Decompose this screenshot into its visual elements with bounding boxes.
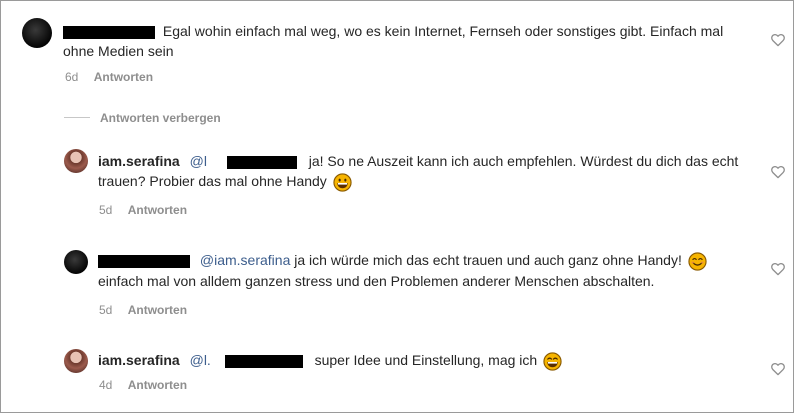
smiling-face-icon xyxy=(688,252,707,271)
reply-meta: 5d Antworten xyxy=(99,303,187,317)
avatar[interactable] xyxy=(64,149,88,173)
reply-button[interactable]: Antworten xyxy=(94,70,153,84)
reply-button[interactable]: Antworten xyxy=(128,378,187,392)
reply-text: iam.serafina @l ja! So ne Auszeit kann i… xyxy=(98,153,739,169)
reply-text: iam.serafina @l. super Idee und Einstell… xyxy=(98,351,562,371)
reply-text: @iam.serafina ja ich würde mich das echt… xyxy=(98,251,707,271)
avatar[interactable] xyxy=(64,250,88,274)
mention-link[interactable]: @l. xyxy=(190,352,211,368)
redacted-username xyxy=(226,155,297,169)
mention-link[interactable]: @l xyxy=(190,153,207,169)
reply-text-continued: trauen? Probier das mal ohne Handy xyxy=(98,172,352,192)
reply-button[interactable]: Antworten xyxy=(128,203,187,217)
avatar[interactable] xyxy=(22,18,52,48)
reply-meta: 5d Antworten xyxy=(99,203,187,217)
timestamp: 5d xyxy=(99,303,113,317)
timestamp: 4d xyxy=(99,378,113,392)
username[interactable]: iam.serafina xyxy=(98,352,180,368)
heart-icon[interactable] xyxy=(771,362,785,376)
heart-icon[interactable] xyxy=(771,165,785,179)
avatar[interactable] xyxy=(64,349,88,373)
hide-replies-button[interactable]: Antworten verbergen xyxy=(100,111,221,125)
grinning-face-icon xyxy=(333,173,352,192)
timestamp: 5d xyxy=(99,203,113,217)
grinning-face-icon xyxy=(543,352,562,371)
timestamp: 6d xyxy=(65,70,79,84)
reply-button[interactable]: Antworten xyxy=(128,303,187,317)
username[interactable]: iam.serafina xyxy=(98,153,180,169)
mention-link[interactable]: @iam.serafina xyxy=(200,252,290,268)
heart-icon[interactable] xyxy=(771,262,785,276)
redacted-username xyxy=(224,354,303,368)
comment-text-continued: ohne Medien sein xyxy=(63,43,174,59)
comment-text: Egal wohin einfach mal weg, wo es kein I… xyxy=(63,22,723,41)
divider xyxy=(64,117,90,118)
reply-meta: 4d Antworten xyxy=(99,378,187,392)
redacted-username xyxy=(98,254,190,268)
redacted-username xyxy=(63,25,155,39)
comment-meta: 6d Antworten xyxy=(65,70,153,84)
reply-text-continued: einfach mal von alldem ganzen stress und… xyxy=(98,273,655,289)
heart-icon[interactable] xyxy=(771,33,785,47)
